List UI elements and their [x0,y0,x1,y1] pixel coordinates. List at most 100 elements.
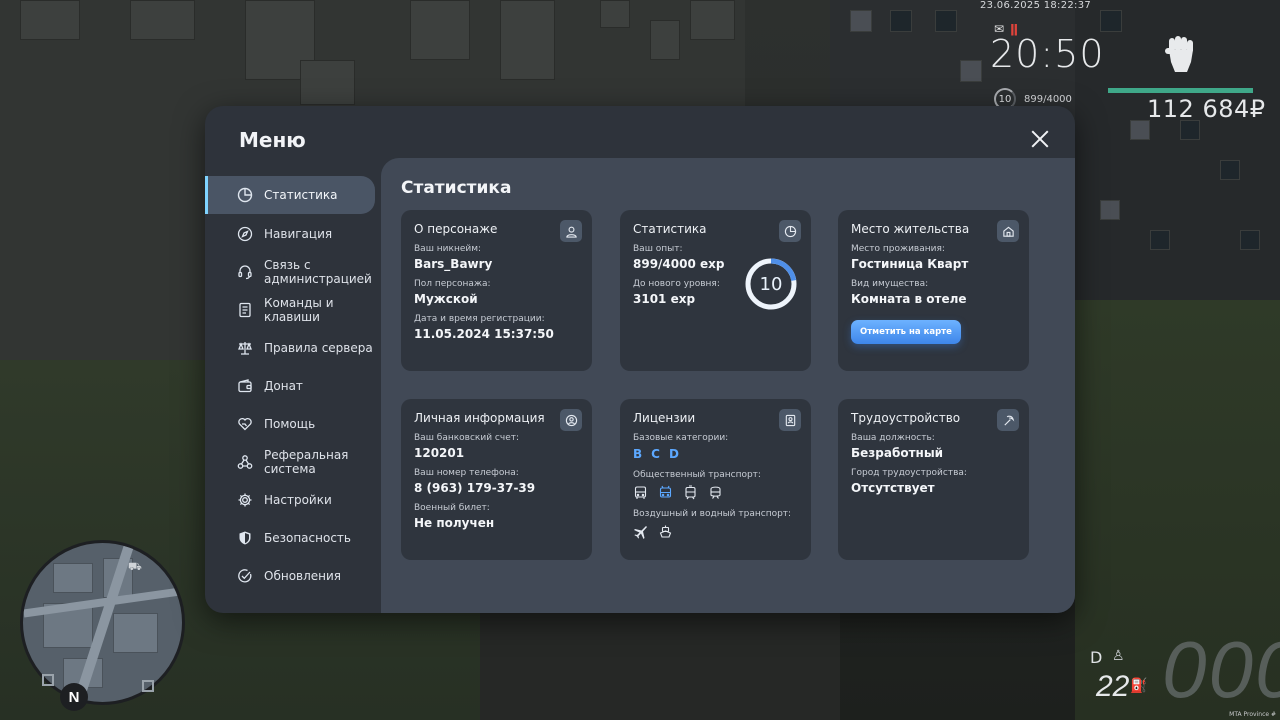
sidebar-item-updates[interactable]: Обновления [205,557,375,595]
pie-chart-icon [237,187,253,203]
minimap-marker [42,674,54,686]
public-transport-label: Общественный транспорт: [633,470,761,480]
property-type-label: Вид имущества: [851,279,929,289]
exp-label: Ваш опыт: [633,244,683,254]
sidebar-item-label: Настройки [264,492,332,507]
sidebar-item-label: Команды и клавиши [264,295,334,324]
sidebar-item-settings[interactable]: Настройки [205,481,375,519]
compass-north: N [60,683,88,711]
sidebar-item-admin-contact[interactable]: Связь с администрацией [205,253,375,291]
server-watermark: MTA Province # [1229,711,1276,718]
card-title: Лицензии [633,411,696,425]
air-water-transport-icons [633,524,798,539]
sidebar-item-help[interactable]: Помощь [205,405,375,443]
license-category-d: D [668,447,679,461]
nickname-label: Ваш никнейм: [414,244,482,254]
residence-card: Место жительства Место проживания: Гости… [838,210,1029,371]
plane-icon [633,524,648,539]
bank-account-label: Ваш банковский счет: [414,433,520,443]
hud-money: 112 684₽ [1147,95,1266,123]
sidebar-item-label: Помощь [264,416,316,431]
registration-value: 11.05.2024 15:37:50 [414,327,554,341]
seatbelt-icon: ♙ [1112,648,1125,664]
fuel-pump-icon: ⛽ [1130,678,1148,694]
licenses-card: Лицензии Базовые категории: B C D Общест… [620,399,811,560]
menu-title: Меню [239,128,306,152]
trolleybus-icon [658,485,673,500]
military-id-value: Не получен [414,516,495,530]
level-value: 10 [759,273,783,295]
position-label: Ваша должность: [851,433,935,443]
sidebar-item-rules[interactable]: Правила сервера [205,329,375,367]
keyboard-icon [237,302,253,318]
registration-label: Дата и время регистрации: [414,314,545,324]
sidebar-item-label: Обновления [264,568,342,583]
sidebar-item-label: Связь с администрацией [264,257,372,286]
sidebar-item-statistics[interactable]: Статистика [205,176,375,214]
sidebar-item-label: Реферальная система [264,447,349,476]
user-icon [560,220,582,242]
base-categories-label: Базовые категории: [633,433,729,443]
residence-place-value: Гостиница Кварт [851,257,969,271]
character-card: О персонаже Ваш никнейм: Bars_Bawry Пол … [401,210,592,371]
bus-icon [633,485,648,500]
compass-icon [237,226,253,242]
health-bar [1108,88,1253,93]
sidebar-item-label: Статистика [264,187,338,202]
card-title: Личная информация [414,411,545,425]
stats-card: Статистика Ваш опыт: 899/4000 exp До нов… [620,210,811,371]
content-panel: Статистика О персонаже Ваш никнейм: Bars… [381,158,1075,613]
heart-hands-icon [237,416,253,432]
headset-icon [237,264,253,280]
card-title: Место жительства [851,222,970,236]
sidebar-item-commands[interactable]: Команды и клавиши [205,291,375,329]
id-card-icon [779,409,801,431]
user-circle-icon [560,409,582,431]
sidebar: Статистика Навигация Связь с администрац… [205,176,381,595]
sidebar-item-navigation[interactable]: Навигация [205,215,375,253]
bank-account-value: 120201 [414,446,465,460]
gender-label: Пол персонажа: [414,279,491,289]
residence-place-label: Место проживания: [851,244,945,254]
gear-indicator: D [1090,648,1103,667]
close-button[interactable] [1027,126,1053,152]
scales-icon [237,340,253,356]
shield-icon [237,530,253,546]
employment-card: Трудоустройство Ваша должность: Безработ… [838,399,1029,560]
tram-icon [683,485,698,500]
menu-window: Меню Статистика Навигация Связь с админи… [205,106,1075,613]
sidebar-item-label: Донат [264,378,303,393]
content-title: Статистика [401,178,512,198]
license-categories: B C D [633,447,798,461]
nickname-value: Bars_Bawry [414,257,493,271]
public-transport-icons [633,485,798,500]
metro-icon [708,485,723,500]
wallet-icon [237,378,253,394]
license-category-c: C [651,447,660,461]
level-exp: 899/4000 [1024,93,1072,105]
fuel-readout: 22 [1096,670,1130,703]
mark-on-map-button[interactable]: Отметить на карте [851,320,961,344]
sidebar-item-label: Правила сервера [264,340,373,355]
phone-label: Ваш номер телефона: [414,468,519,478]
speed-readout: 000 [1162,625,1280,714]
sidebar-item-label: Безопасность [264,530,351,545]
employment-city-label: Город трудоустройства: [851,468,967,478]
property-type-value: Комната в отеле [851,292,967,306]
hud-time: 20:50 [990,32,1105,76]
home-icon [997,220,1019,242]
ship-icon [658,524,673,539]
card-title: О персонаже [414,222,498,236]
fist-icon [1165,36,1193,72]
personal-info-card: Личная информация Ваш банковский счет: 1… [401,399,592,560]
gear-icon [237,492,253,508]
position-value: Безработный [851,446,944,460]
sidebar-item-security[interactable]: Безопасность [205,519,375,557]
vehicle-marker-icon: ⛟ [128,560,142,573]
sidebar-item-referral[interactable]: Реферальная система [205,443,375,481]
sidebar-item-donate[interactable]: Донат [205,367,375,405]
pie-chart-icon [779,220,801,242]
card-title: Трудоустройство [851,411,961,425]
phone-value: 8 (963) 179-37-39 [414,481,536,495]
sidebar-item-label: Навигация [264,226,333,241]
